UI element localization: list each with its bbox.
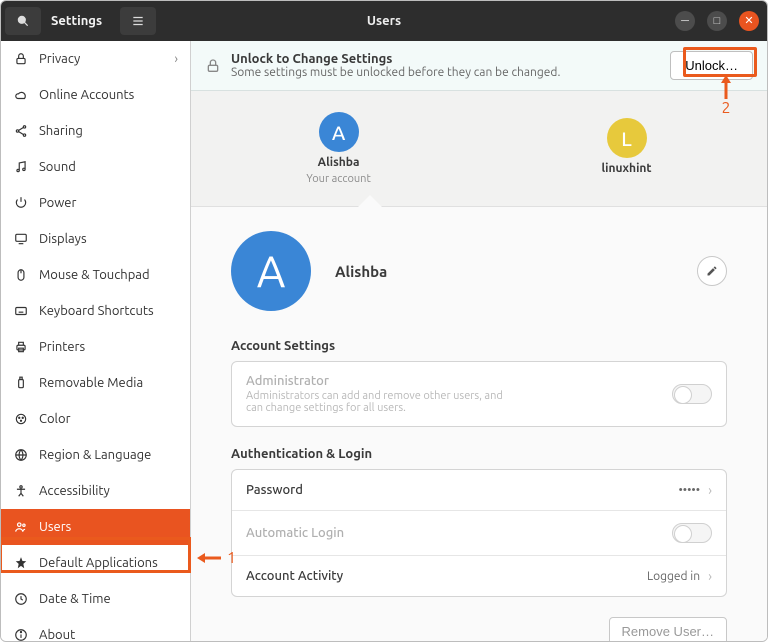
mouse-icon: [13, 267, 29, 283]
sidebar-item-users[interactable]: Users: [1, 509, 190, 545]
minimize-button[interactable]: ─: [675, 11, 695, 31]
cloud-icon: [13, 87, 29, 103]
sidebar-item-privacy[interactable]: Privacy ›: [1, 41, 190, 77]
auth-title: Authentication & Login: [231, 447, 727, 461]
accessibility-icon: [13, 483, 29, 499]
sidebar-item-removable-media[interactable]: Removable Media: [1, 365, 190, 401]
users-icon: [13, 519, 29, 535]
share-icon: [13, 123, 29, 139]
sidebar-item-label: About: [39, 628, 75, 641]
clock-icon: [13, 591, 29, 607]
sidebar-item-label: Default Applications: [39, 556, 158, 570]
avatar: L: [607, 118, 647, 158]
big-avatar[interactable]: A: [231, 231, 311, 311]
sidebar-item-accessibility[interactable]: Accessibility: [1, 473, 190, 509]
edit-name-button[interactable]: [697, 256, 727, 286]
color-icon: [13, 411, 29, 427]
sidebar-item-mouse-touchpad[interactable]: Mouse & Touchpad: [1, 257, 190, 293]
sidebar-item-online-accounts[interactable]: Online Accounts: [1, 77, 190, 113]
unlock-button[interactable]: Unlock…: [670, 51, 753, 80]
sidebar-item-label: Removable Media: [39, 376, 143, 390]
sidebar-item-printers[interactable]: Printers: [1, 329, 190, 365]
account-settings-title: Account Settings: [231, 339, 727, 353]
usb-icon: [13, 375, 29, 391]
admin-label: Administrator: [246, 374, 506, 388]
hamburger-button[interactable]: [120, 7, 156, 35]
info-icon: [13, 627, 29, 641]
sidebar-item-label: Privacy: [39, 52, 80, 66]
sidebar-item-label: Sharing: [39, 124, 83, 138]
administrator-row: Administrator Administrators can add and…: [232, 362, 726, 426]
automatic-login-row: Automatic Login: [232, 510, 726, 555]
user-role: Your account: [306, 173, 370, 185]
sidebar-item-label: Keyboard Shortcuts: [39, 304, 154, 318]
printer-icon: [13, 339, 29, 355]
power-icon: [13, 195, 29, 211]
sidebar-item-region-language[interactable]: Region & Language: [1, 437, 190, 473]
profile-name: Alishba: [335, 263, 673, 280]
auth-panel: Password ••••• › Automatic Login Account …: [231, 469, 727, 597]
globe-icon: [13, 447, 29, 463]
banner-subtitle: Some settings must be unlocked before th…: [231, 66, 560, 79]
activity-value: Logged in: [647, 570, 700, 583]
account-settings-panel: Administrator Administrators can add and…: [231, 361, 727, 427]
remove-user-button[interactable]: Remove User…: [609, 617, 727, 641]
app-label: Settings: [51, 14, 102, 28]
titlebar: Settings Users ─ □ ✕: [1, 1, 767, 41]
page-title: Users: [1, 14, 767, 28]
unlock-banner: Unlock to Change Settings Some settings …: [191, 41, 767, 91]
sidebar-item-label: Color: [39, 412, 71, 426]
sidebar-item-sharing[interactable]: Sharing: [1, 113, 190, 149]
sidebar-item-sound[interactable]: Sound: [1, 149, 190, 185]
sidebar-item-label: Printers: [39, 340, 85, 354]
banner-title: Unlock to Change Settings: [231, 52, 560, 66]
user-card-linuxhint[interactable]: L linuxhint: [602, 118, 652, 179]
keyboard-icon: [13, 303, 29, 319]
sidebar-item-color[interactable]: Color: [1, 401, 190, 437]
display-icon: [13, 231, 29, 247]
activity-label: Account Activity: [246, 569, 343, 583]
lock-icon: [205, 58, 221, 74]
admin-toggle: [672, 384, 712, 404]
user-name: Alishba: [318, 156, 360, 169]
sidebar-item-about[interactable]: About: [1, 617, 190, 641]
autologin-label: Automatic Login: [246, 526, 344, 540]
user-detail: A Alishba Account Settings Administrator…: [191, 207, 767, 641]
admin-desc: Administrators can add and remove other …: [246, 390, 506, 414]
sidebar-item-label: Displays: [39, 232, 87, 246]
sidebar-item-label: Accessibility: [39, 484, 110, 498]
user-selector-strip: A Alishba Your account L linuxhint: [191, 91, 767, 207]
sidebar-item-default-applications[interactable]: Default Applications: [1, 545, 190, 581]
content: Unlock to Change Settings Some settings …: [191, 41, 767, 641]
password-value: •••••: [678, 484, 700, 497]
sidebar-item-label: Mouse & Touchpad: [39, 268, 150, 282]
chevron-right-icon: ›: [708, 568, 712, 584]
sidebar-item-date-time[interactable]: Date & Time: [1, 581, 190, 617]
sidebar-item-displays[interactable]: Displays: [1, 221, 190, 257]
chevron-right-icon: ›: [174, 52, 178, 66]
password-row[interactable]: Password ••••• ›: [232, 470, 726, 510]
sidebar-item-label: Sound: [39, 160, 76, 174]
sidebar-item-label: Region & Language: [39, 448, 151, 462]
sidebar-item-label: Users: [39, 520, 71, 534]
account-activity-row[interactable]: Account Activity Logged in ›: [232, 555, 726, 596]
sidebar-item-power[interactable]: Power: [1, 185, 190, 221]
user-card-alishba[interactable]: A Alishba Your account: [306, 112, 370, 185]
avatar: A: [319, 112, 359, 152]
password-label: Password: [246, 483, 303, 497]
music-icon: [13, 159, 29, 175]
chevron-right-icon: ›: [708, 482, 712, 498]
sidebar-item-label: Date & Time: [39, 592, 111, 606]
user-name: linuxhint: [602, 162, 652, 175]
search-button[interactable]: [5, 7, 41, 35]
sidebar-item-keyboard-shortcuts[interactable]: Keyboard Shortcuts: [1, 293, 190, 329]
sidebar: Privacy › Online Accounts Sharing Sound Power…: [1, 41, 191, 641]
sidebar-item-label: Online Accounts: [39, 88, 134, 102]
close-button[interactable]: ✕: [739, 11, 759, 31]
sidebar-item-label: Power: [39, 196, 76, 210]
maximize-button[interactable]: □: [707, 11, 727, 31]
star-icon: [13, 555, 29, 571]
autologin-toggle: [672, 523, 712, 543]
lock-icon: [13, 51, 29, 67]
